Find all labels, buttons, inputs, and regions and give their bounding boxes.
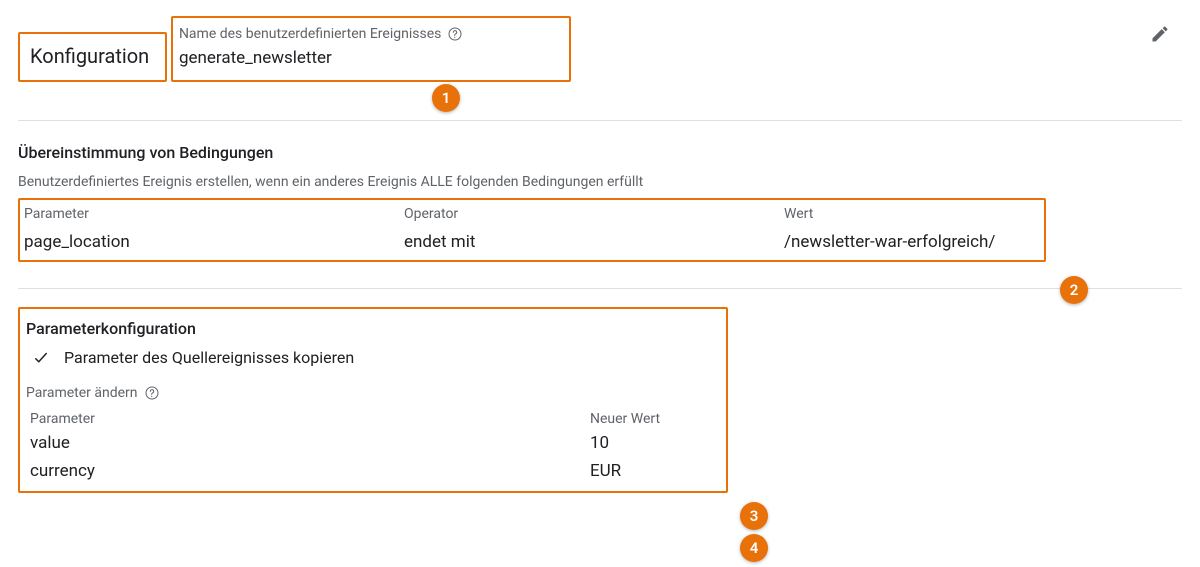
annotation-marker-4: 4 — [740, 534, 768, 562]
condition-operator: endet mit — [404, 232, 784, 252]
copy-source-params-label: Parameter des Quellereignisses kopieren — [64, 348, 354, 367]
help-icon[interactable] — [447, 26, 463, 42]
copy-source-params-row: Parameter des Quellereignisses kopieren — [32, 348, 720, 367]
conditions-table-header: Parameter Operator Wert — [20, 200, 1044, 228]
params-table-row: value 10 — [26, 429, 720, 457]
annotation-marker-2: 2 — [1060, 276, 1088, 304]
divider — [18, 288, 1182, 289]
param-name: currency — [30, 461, 590, 481]
param-value: EUR — [590, 461, 716, 481]
check-icon — [32, 349, 50, 367]
params-table-row: currency EUR — [26, 457, 720, 485]
modify-params-label-text: Parameter ändern — [26, 385, 138, 401]
param-value: 10 — [590, 433, 716, 453]
column-header-new-value: Neuer Wert — [590, 411, 716, 427]
modify-params-label: Parameter ändern — [26, 385, 720, 401]
condition-parameter: page_location — [24, 232, 404, 252]
annotation-marker-3: 3 — [740, 502, 768, 530]
column-header-operator: Operator — [404, 206, 784, 222]
conditions-heading: Übereinstimmung von Bedingungen — [18, 143, 1182, 162]
conditions-highlight-box: Parameter Operator Wert page_location en… — [18, 198, 1046, 262]
event-name-label-text: Name des benutzerdefinierten Ereignisses — [179, 26, 441, 42]
conditions-table-row: page_location endet mit /newsletter-war-… — [20, 228, 1044, 260]
conditions-description: Benutzerdefiniertes Ereignis erstellen, … — [18, 174, 1182, 190]
pencil-icon — [1150, 24, 1170, 44]
column-header-value: Wert — [784, 206, 1040, 222]
condition-value: /newsletter-war-erfolgreich/ — [784, 232, 1040, 252]
column-header-parameter: Parameter — [24, 206, 404, 222]
divider — [18, 120, 1182, 121]
page-title-highlight-box: Konfiguration — [18, 32, 167, 82]
page-title: Konfiguration — [22, 38, 157, 74]
param-config-heading: Parameterkonfiguration — [26, 319, 720, 338]
event-name-highlight-box: Name des benutzerdefinierten Ereignisses… — [171, 16, 571, 82]
params-table-header: Parameter Neuer Wert — [26, 407, 720, 429]
annotation-marker-1: 1 — [432, 84, 460, 112]
column-header-parameter: Parameter — [30, 411, 590, 427]
param-name: value — [30, 433, 590, 453]
help-icon[interactable] — [144, 385, 160, 401]
edit-button[interactable] — [1142, 16, 1178, 52]
event-name-value: generate_newsletter — [179, 48, 559, 68]
param-config-highlight-box: Parameterkonfiguration Parameter des Que… — [18, 307, 728, 493]
event-name-label: Name des benutzerdefinierten Ereignisses — [179, 26, 559, 42]
